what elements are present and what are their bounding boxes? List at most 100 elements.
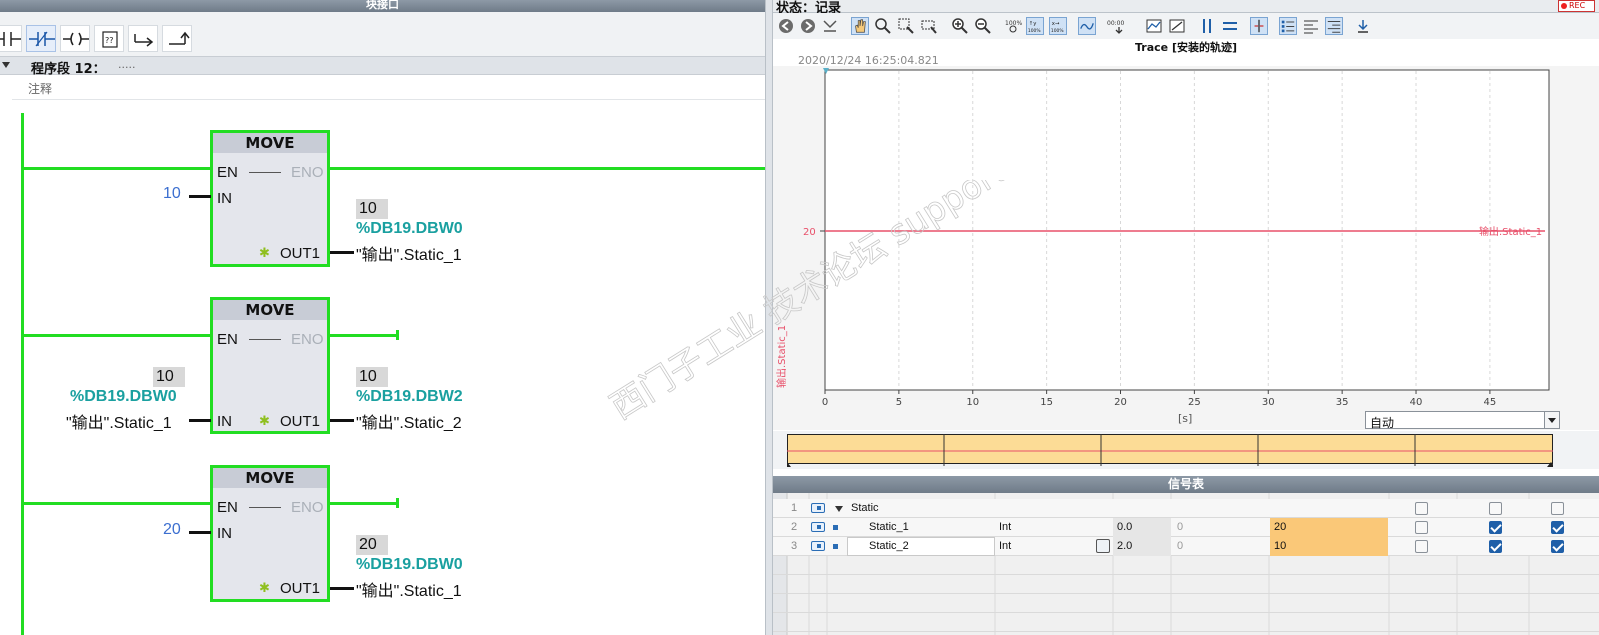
network-header[interactable]: 程序段 12： ..... <box>0 56 765 77</box>
list-view-icon[interactable] <box>1279 17 1297 35</box>
rung-wire <box>24 502 212 505</box>
network-title-placeholder[interactable]: ..... <box>118 58 135 71</box>
zoom-box-icon[interactable] <box>874 17 892 35</box>
tag-icon <box>811 503 825 513</box>
measure-cursor-icon[interactable] <box>1145 17 1163 35</box>
empty-box-icon[interactable]: ?? <box>94 25 124 52</box>
horizontal-cursor-icon[interactable] <box>1221 17 1239 35</box>
pan-hand-icon[interactable] <box>851 17 869 35</box>
x-tick-label: 10 <box>966 397 979 408</box>
zoom-out-icon[interactable] <box>974 17 992 35</box>
checkbox[interactable] <box>1415 540 1428 553</box>
checkbox-checked[interactable] <box>1489 540 1502 553</box>
out-address[interactable]: %DB19.DBW0 <box>356 220 463 238</box>
zoom-vertical-icon[interactable] <box>897 17 915 35</box>
move-block[interactable]: MOVE EN ENO IN ✱ OUT1 <box>210 465 330 602</box>
expand-triangle-icon[interactable] <box>835 506 843 512</box>
close-branch-icon[interactable] <box>162 25 192 52</box>
en-eno-line <box>249 339 281 340</box>
time-download-icon[interactable]: 00:00 <box>1107 17 1125 35</box>
checkbox-checked[interactable] <box>1489 521 1502 534</box>
in-pin-line <box>189 419 211 422</box>
signal-row[interactable]: 2 Static_1 Int 0.0 0 20 <box>773 518 1599 537</box>
zoom-100-icon[interactable]: 100% <box>1004 17 1022 35</box>
in-tag-name[interactable]: "输出".Static_1 <box>66 409 172 433</box>
overview-ticks <box>787 434 1553 467</box>
open-branch-icon[interactable] <box>128 25 158 52</box>
collapse-triangle-icon[interactable] <box>2 62 10 68</box>
checkbox-checked[interactable] <box>1551 521 1564 534</box>
align-left-icon[interactable] <box>1302 17 1320 35</box>
out-pin-line <box>330 419 354 422</box>
signal-min: 0 <box>1177 521 1184 533</box>
x-tick-label: 0 <box>822 397 828 408</box>
network-comment[interactable]: 注释 <box>12 78 765 100</box>
in-address[interactable]: %DB19.DBW0 <box>70 388 177 406</box>
trace-status-bar: 状态：记录 REC <box>773 0 1599 16</box>
x-tick-label: 15 <box>1040 397 1053 408</box>
move-block[interactable]: MOVE EN ENO IN ✱ OUT1 <box>210 130 330 267</box>
forward-icon[interactable] <box>799 17 817 35</box>
move-block[interactable]: MOVE EN ENO IN ✱ OUT1 <box>210 297 330 434</box>
checkbox-checked[interactable] <box>1551 540 1564 553</box>
en-pin: EN <box>217 331 238 348</box>
export-icon[interactable] <box>1354 17 1372 35</box>
in-constant[interactable]: 20 <box>163 521 181 539</box>
out-tag-name[interactable]: "输出".Static_2 <box>356 409 462 433</box>
x-100-icon[interactable]: x→100% <box>1049 17 1067 35</box>
modify-value[interactable]: 10 <box>1270 537 1388 556</box>
status-star-icon: ✱ <box>259 414 270 429</box>
zoom-horizontal-icon[interactable] <box>920 17 938 35</box>
chart-title: Trace [安装的轨迹] <box>1134 41 1237 54</box>
vertical-cursor-icon[interactable] <box>1198 17 1216 35</box>
block-title: MOVE <box>213 300 327 320</box>
cursor-jump-icon[interactable] <box>821 17 839 35</box>
in-pin-line <box>189 195 211 198</box>
checkbox[interactable] <box>1551 502 1564 515</box>
zoom-in-icon[interactable] <box>951 17 969 35</box>
overview-bar[interactable] <box>773 431 1599 469</box>
nc-contact-icon[interactable] <box>26 25 56 52</box>
checkbox[interactable] <box>1489 502 1502 515</box>
out-tag-name[interactable]: "输出".Static_1 <box>356 241 462 265</box>
coil-icon[interactable] <box>60 25 90 52</box>
trace-toolbar: 100% ↑y 100% x→ 100% 00:00 <box>773 13 1599 39</box>
out-pin: OUT1 <box>280 413 321 430</box>
pane-splitter[interactable] <box>765 0 773 635</box>
y-tick-label: 20 <box>803 227 816 238</box>
time-range-select[interactable]: 自动 <box>1365 411 1560 430</box>
signal-row[interactable]: 1 Static <box>773 499 1599 518</box>
checkbox[interactable] <box>1415 521 1428 534</box>
out-tag-name[interactable]: "输出".Static_1 <box>356 577 462 601</box>
block-interface-title[interactable]: 块接口 <box>0 0 765 12</box>
tag-icon <box>811 541 825 551</box>
x-axis-ticks: 0 5 10 15 20 25 30 35 40 45 <box>822 390 1496 408</box>
empty-row <box>773 556 1599 575</box>
out-address[interactable]: %DB19.DBW2 <box>356 388 463 406</box>
out-monitor-value: 10 <box>356 199 388 219</box>
out-address[interactable]: %DB19.DBW0 <box>356 556 463 574</box>
align-right-icon[interactable] <box>1325 17 1343 35</box>
in-pin-line <box>189 531 211 534</box>
diagonal-cursor-icon[interactable] <box>1168 17 1186 35</box>
chevron-down-icon[interactable] <box>1544 412 1559 428</box>
x-tick-label: 40 <box>1410 397 1423 408</box>
out-monitor-value: 10 <box>356 367 388 387</box>
signal-row[interactable]: 3 Static_2 Int 2.0 0 10 <box>773 537 1599 556</box>
no-contact-icon[interactable] <box>0 25 22 52</box>
empty-row <box>773 575 1599 594</box>
signal-view-icon[interactable] <box>1078 17 1096 35</box>
overview-right-handle-icon[interactable] <box>1547 462 1553 467</box>
checkbox[interactable] <box>1415 502 1428 515</box>
in-constant[interactable]: 10 <box>163 185 181 203</box>
overview-left-handle-icon[interactable] <box>787 462 791 467</box>
address-picker-icon[interactable] <box>1096 539 1110 553</box>
y-signal-label: 输出.Static_1 <box>775 325 788 388</box>
row-number: 1 <box>791 502 798 514</box>
cursor-values-icon[interactable] <box>1250 17 1268 35</box>
back-icon[interactable] <box>777 17 795 35</box>
trace-plot[interactable]: 0 5 10 15 20 25 30 35 40 45 20 输出.Static_1 输出.Sta… <box>773 66 1599 430</box>
y-100-icon[interactable]: ↑y100% <box>1026 17 1044 35</box>
modify-value[interactable]: 20 <box>1270 518 1388 537</box>
eno-output-wire <box>327 334 397 337</box>
